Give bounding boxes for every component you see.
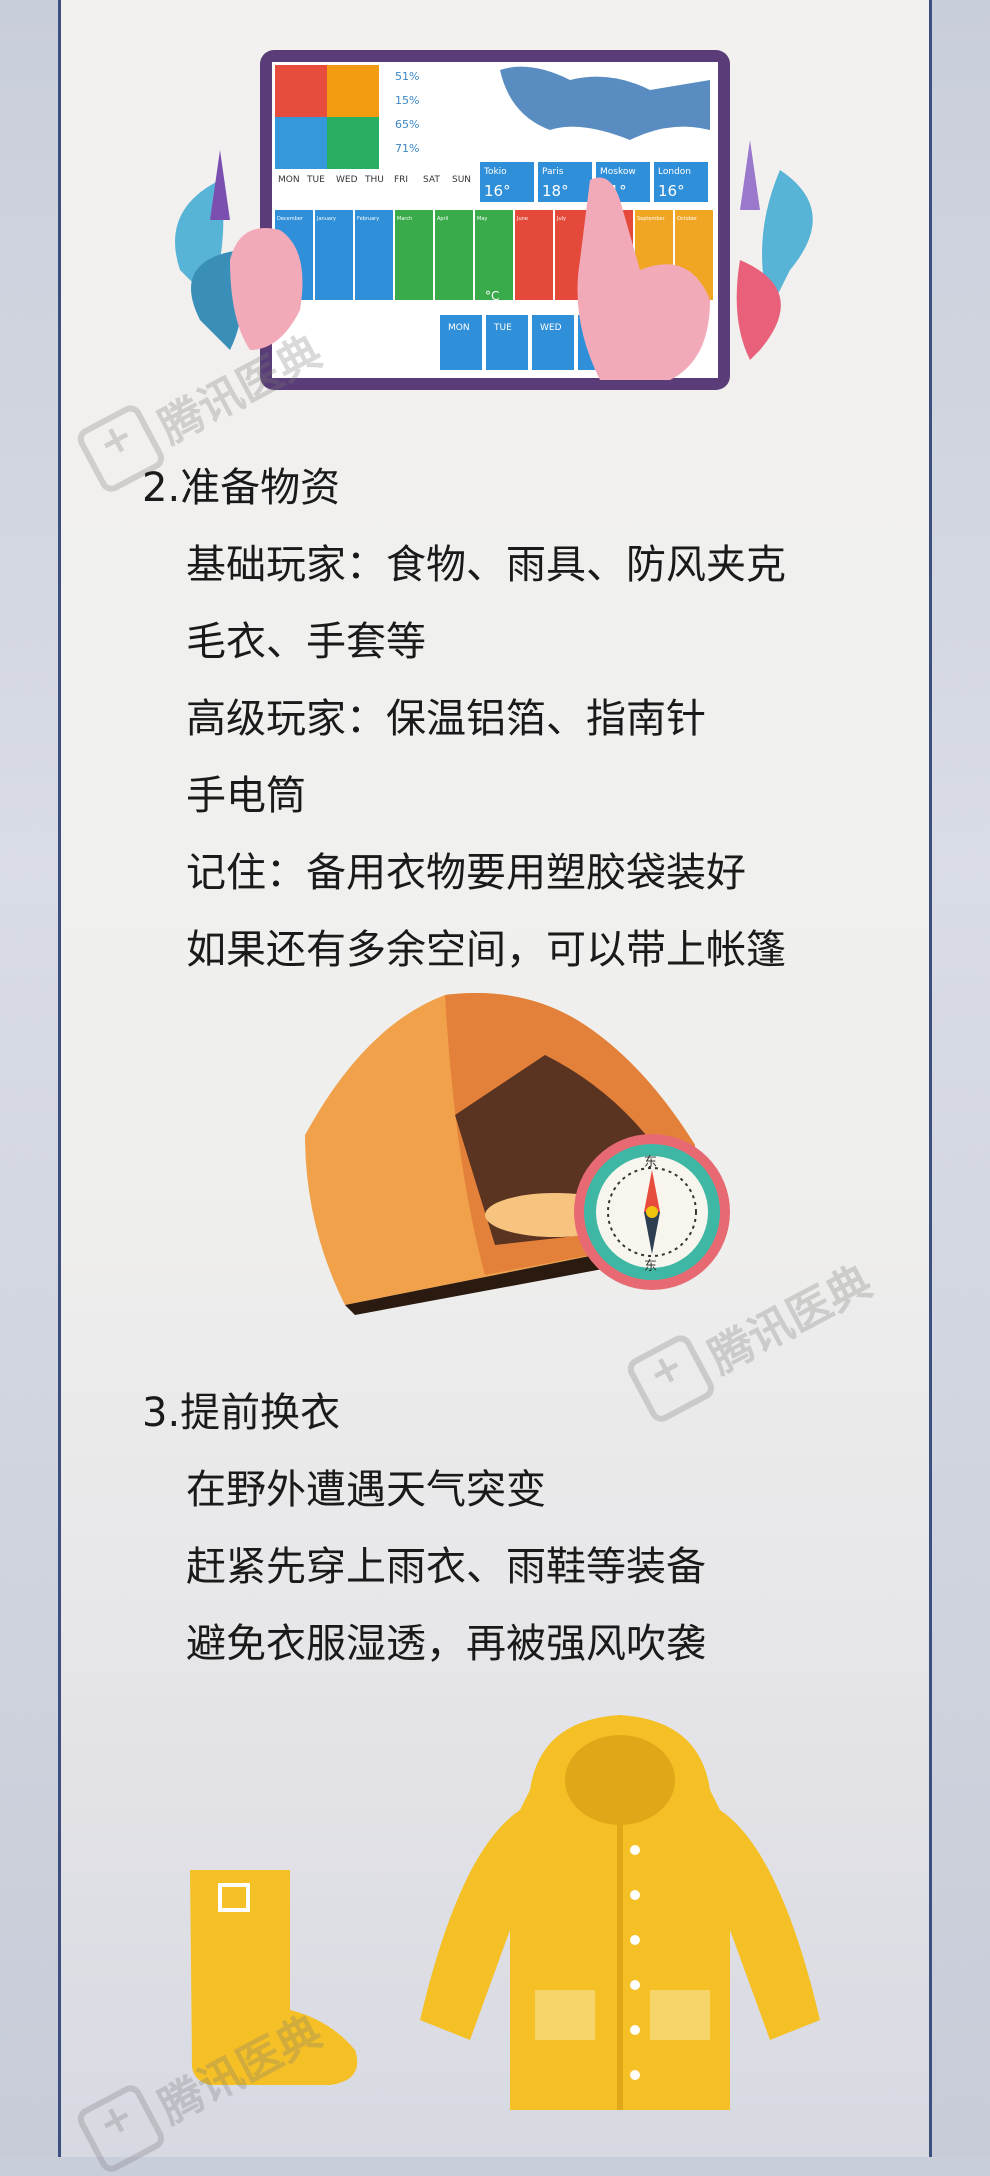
month-label: April	[437, 216, 448, 222]
humidity-percent: 71%	[395, 142, 419, 155]
month-label: December	[277, 216, 304, 222]
section-line: 基础玩家：食物、雨具、防风夹克	[186, 542, 786, 588]
city-temp: 16°	[484, 182, 511, 200]
week-tab-label: MON	[448, 323, 470, 333]
section-line: 避免衣服湿透，再被强风吹袭	[186, 1621, 706, 1667]
day-label: THU	[364, 175, 384, 185]
city-name: Paris	[542, 167, 564, 177]
snow-tile	[275, 117, 327, 169]
leaf-tile	[327, 117, 379, 169]
city-name: London	[658, 167, 691, 177]
section-line: 高级玩家：保温铝箔、指南针	[186, 696, 706, 742]
section-line: 毛衣、手套等	[186, 619, 426, 665]
humidity-percent: 51%	[395, 70, 419, 83]
month-panel	[395, 210, 433, 300]
drop-tile	[327, 65, 379, 117]
section-heading: 3.提前换衣	[142, 1390, 341, 1436]
section-line: 如果还有多余空间，可以带上帐篷	[186, 927, 786, 973]
city-temp: 16°	[658, 182, 685, 200]
humidity-percent: 15%	[395, 94, 419, 107]
week-tab-label: WED	[540, 323, 562, 333]
humidity-percent: 65%	[395, 118, 419, 131]
day-label: SAT	[423, 175, 440, 185]
month-panel	[435, 210, 473, 300]
hood-opening	[565, 1735, 675, 1825]
section-line: 在野外遭遇天气突变	[186, 1467, 546, 1513]
week-tab-label: TUE	[493, 323, 512, 333]
section-line: 手电筒	[186, 773, 306, 819]
compass-illustration: 东 东	[574, 1134, 730, 1290]
month-panel	[515, 210, 553, 300]
section-line: 记住：备用衣物要用塑胶袋装好	[186, 850, 746, 896]
month-label: October	[677, 216, 698, 222]
compass-north-label: 东	[644, 1155, 657, 1170]
month-panel	[315, 210, 353, 300]
month-label: July	[556, 216, 566, 222]
month-panel	[475, 210, 513, 300]
day-label: WED	[336, 175, 358, 185]
compass-south-label: 东	[644, 1259, 657, 1274]
pocket-right	[650, 1990, 710, 2040]
month-label: March	[397, 216, 412, 222]
section-heading: 2.准备物资	[142, 465, 341, 511]
month-label: January	[316, 216, 336, 222]
section-line: 赶紧先穿上雨衣、雨鞋等装备	[186, 1544, 706, 1590]
temperature-unit: °C	[485, 289, 499, 303]
city-name: Tokio	[483, 167, 507, 177]
day-label: MON	[278, 175, 300, 185]
day-label: TUE	[306, 175, 325, 185]
raincoat-illustration	[420, 1715, 820, 2110]
city-temp: 18°	[542, 182, 569, 200]
day-label: FRI	[394, 175, 408, 185]
pocket-left	[535, 1990, 595, 2040]
month-label: September	[637, 216, 666, 222]
month-label: May	[477, 216, 487, 222]
flower-right	[740, 140, 760, 210]
day-label: SUN	[452, 175, 471, 185]
month-label: February	[357, 216, 379, 222]
month-panel	[355, 210, 393, 300]
month-label: June	[516, 216, 528, 222]
sun-tile	[275, 65, 327, 117]
city-name: Moskow	[600, 167, 636, 177]
